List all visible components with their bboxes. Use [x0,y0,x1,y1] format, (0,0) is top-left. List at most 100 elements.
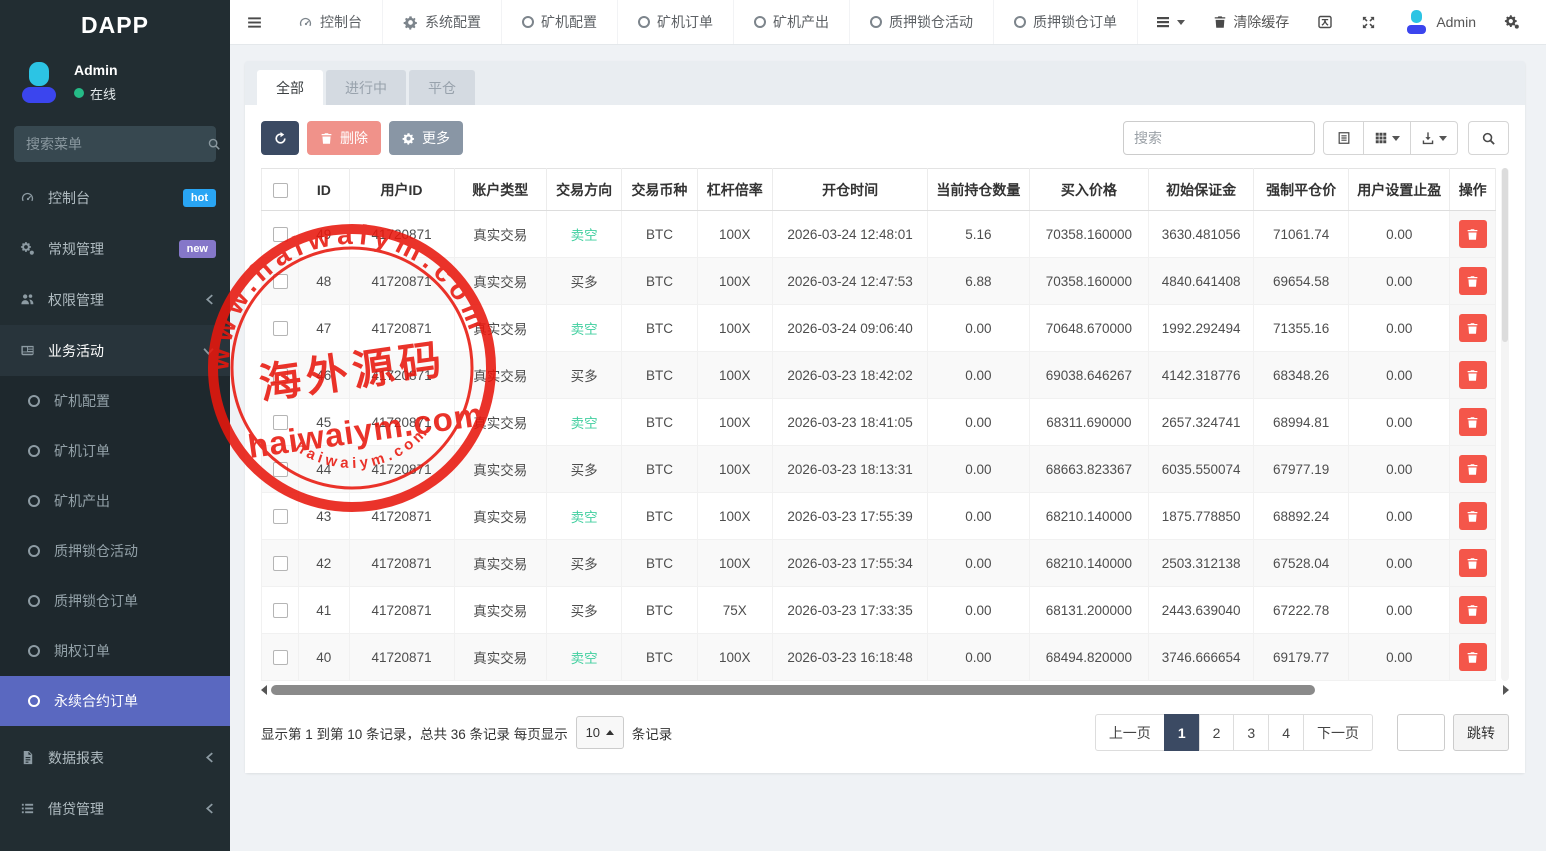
user-menu[interactable]: Admin [1392,0,1488,45]
cell-coin: BTC [622,446,697,493]
sidebar-subitem-perpetual-contract-orders[interactable]: 永续合约订单 [0,676,230,726]
delete-button[interactable]: 删除 [307,121,381,155]
scrollbar-thumb[interactable] [271,685,1315,695]
cell-liq-price: 67528.04 [1254,540,1349,587]
page-button-2[interactable]: 2 [1199,714,1235,751]
sidebar-item-data-reports[interactable]: 数据报表 [0,732,230,783]
scroll-left-arrow-icon[interactable] [261,685,267,695]
row-checkbox[interactable] [273,321,288,336]
settings-button[interactable] [1492,0,1532,45]
topnav-item-miner-orders[interactable]: 矿机订单 [618,0,734,44]
sidebar-subitem-miner-orders[interactable]: 矿机订单 [0,426,230,476]
clear-cache-button[interactable]: 清除缓存 [1201,0,1301,45]
grid-columns-icon [1374,131,1388,145]
row-checkbox[interactable] [273,368,288,383]
row-checkbox[interactable] [273,556,288,571]
page-size-select[interactable]: 10 [576,716,624,749]
table-row: 4741720871真实交易卖空BTC100X2026-03-24 09:06:… [262,305,1496,352]
topnav-item-system-config[interactable]: 系统配置 [383,0,502,44]
row-delete-button[interactable] [1459,455,1487,483]
language-icon [1317,14,1333,30]
circle-icon [28,695,40,707]
row-checkbox[interactable] [273,274,288,289]
horizontal-scrollbar[interactable] [261,684,1509,696]
column-header: 杠杆倍率 [697,169,772,211]
delete-label: 删除 [340,128,368,148]
select-all-checkbox[interactable] [273,183,288,198]
language-button[interactable] [1305,0,1345,45]
topnav-item-miner-config[interactable]: 矿机配置 [502,0,618,44]
page-button-4[interactable]: 4 [1268,714,1304,751]
cell-margin: 1992.292494 [1149,305,1254,352]
pagination-summary: 显示第 1 到第 10 条记录，总共 36 条记录 每页显示 10 条记录 [261,716,672,749]
sidebar-item-lending-management[interactable]: 借贷管理 [0,783,230,834]
row-delete-button[interactable] [1459,220,1487,248]
more-button[interactable]: 更多 [389,121,463,155]
sidebar-item-label: 常规管理 [48,239,104,259]
table-search-input[interactable] [1123,121,1315,155]
refresh-button[interactable] [261,121,299,155]
page-jump-button[interactable]: 跳转 [1453,714,1509,751]
sidebar-subitem-miner-config[interactable]: 矿机配置 [0,376,230,426]
topnav-item-staking-orders[interactable]: 质押锁仓订单 [994,0,1138,44]
sidebar-item-label: 控制台 [48,188,90,208]
cell-id: 43 [299,493,350,540]
topnav-item-staking-activity[interactable]: 质押锁仓活动 [850,0,994,44]
row-checkbox[interactable] [273,462,288,477]
topnav-item-console[interactable]: 控制台 [278,0,383,44]
cell-open-time: 2026-03-23 18:13:31 [772,446,927,493]
sidebar-item-permission-management[interactable]: 权限管理 [0,274,230,325]
advanced-search-button[interactable] [1468,121,1509,155]
sidebar-search-input[interactable] [26,136,207,152]
sidebar-subitem-label: 质押锁仓活动 [54,541,138,561]
sidebar-subitem-option-orders[interactable]: 期权订单 [0,626,230,676]
clear-cache-label: 清除缓存 [1233,12,1289,32]
row-delete-button[interactable] [1459,596,1487,624]
circle-icon [28,645,40,657]
row-checkbox[interactable] [273,650,288,665]
row-checkbox[interactable] [273,603,288,618]
cell-open-time: 2026-03-23 17:33:35 [772,587,927,634]
tab-closed[interactable]: 平仓 [409,70,475,105]
row-delete-button[interactable] [1459,408,1487,436]
gear-icon [403,15,418,30]
page-button-prev[interactable]: 上一页 [1095,714,1165,751]
topnav-item-miner-output[interactable]: 矿机产出 [734,0,850,44]
gears-icon [18,241,36,256]
page-button-1[interactable]: 1 [1164,714,1200,751]
tab-in-progress[interactable]: 进行中 [326,70,406,105]
scroll-right-arrow-icon[interactable] [1503,685,1509,695]
vertical-scrollbar[interactable] [1501,168,1509,681]
circle-icon [522,16,534,28]
sidebar-subitem-miner-output[interactable]: 矿机产出 [0,476,230,526]
list-dropdown-button[interactable] [1143,0,1197,45]
row-delete-button[interactable] [1459,361,1487,389]
columns-button[interactable] [1363,121,1411,155]
page-button-next[interactable]: 下一页 [1303,714,1373,751]
row-delete-button[interactable] [1459,549,1487,577]
row-delete-button[interactable] [1459,502,1487,530]
sidebar-item-console[interactable]: 控制台hot [0,172,230,223]
row-checkbox[interactable] [273,415,288,430]
row-delete-button[interactable] [1459,314,1487,342]
detail-view-button[interactable] [1323,121,1364,155]
tab-all[interactable]: 全部 [257,70,323,105]
hamburger-menu-icon[interactable] [230,0,278,44]
sidebar-item-partial-item[interactable] [0,834,230,851]
cell-open-time: 2026-03-23 18:42:02 [772,352,927,399]
page-jump-input[interactable] [1397,714,1445,751]
row-checkbox[interactable] [273,509,288,524]
export-button[interactable] [1410,121,1458,155]
sidebar-item-general-management[interactable]: 常规管理new [0,223,230,274]
sidebar-subitem-staking-activity[interactable]: 质押锁仓活动 [0,526,230,576]
fullscreen-button[interactable] [1349,0,1388,45]
report-icon [18,750,36,765]
row-delete-button[interactable] [1459,267,1487,295]
row-delete-button[interactable] [1459,643,1487,671]
sidebar-item-business-activity[interactable]: 业务活动 [0,325,230,376]
cell-uid: 41720871 [349,258,454,305]
cell-leverage: 100X [697,399,772,446]
page-button-3[interactable]: 3 [1233,714,1269,751]
row-checkbox[interactable] [273,227,288,242]
sidebar-subitem-staking-orders[interactable]: 质押锁仓订单 [0,576,230,626]
